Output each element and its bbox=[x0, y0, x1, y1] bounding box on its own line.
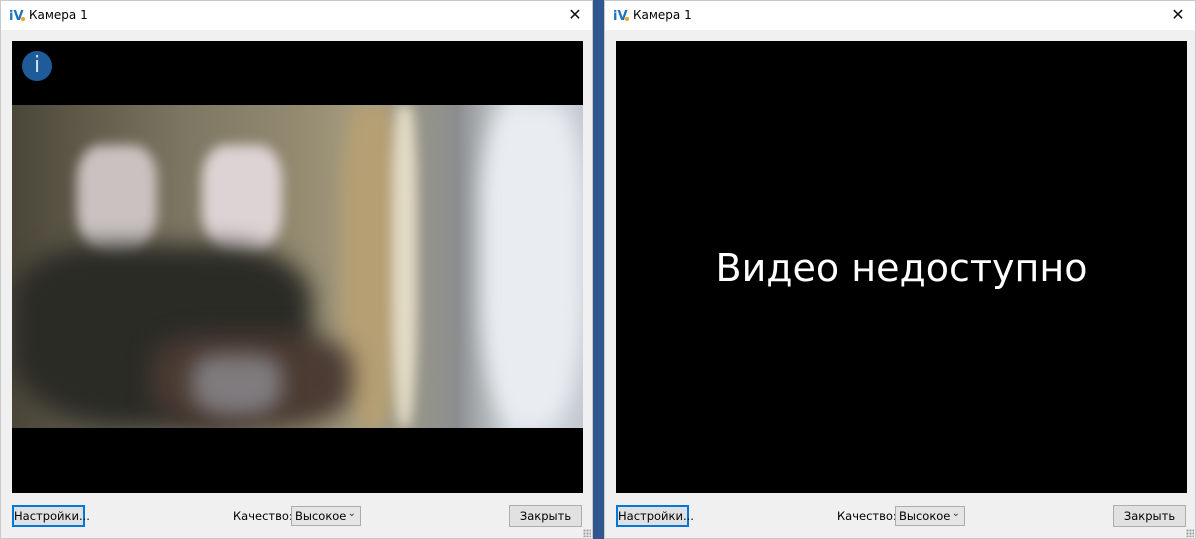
chevron-down-icon: ⌄ bbox=[347, 508, 356, 519]
no-video-message: Видео недоступно bbox=[715, 246, 1088, 290]
svg-text:iV: iV bbox=[9, 9, 24, 23]
close-icon[interactable]: ✕ bbox=[1165, 3, 1191, 27]
quality-value: Высокое bbox=[295, 509, 347, 523]
window-title: Камера 1 bbox=[29, 8, 88, 22]
quality-value: Высокое bbox=[899, 509, 951, 523]
window-title: Камера 1 bbox=[633, 8, 692, 22]
quality-select[interactable]: Высокое ⌄ bbox=[895, 506, 965, 526]
close-button[interactable]: Закрыть bbox=[509, 505, 582, 527]
video-view[interactable]: i bbox=[12, 41, 583, 493]
iv-app-icon: iV bbox=[613, 9, 629, 23]
quality-label: Качество: bbox=[837, 509, 897, 523]
camera-window-1: iV Камера 1 ✕ i Настройки... Качество: В… bbox=[0, 0, 593, 539]
resize-grip[interactable] bbox=[1186, 529, 1194, 537]
quality-label: Качество: bbox=[233, 509, 293, 523]
camera-window-2: iV Камера 1 ✕ Видео недоступно Настройки… bbox=[604, 0, 1196, 539]
settings-button[interactable]: Настройки... bbox=[616, 505, 694, 527]
info-icon[interactable]: i bbox=[22, 51, 52, 81]
quality-select[interactable]: Высокое ⌄ bbox=[291, 506, 361, 526]
svg-text:iV: iV bbox=[613, 9, 628, 23]
titlebar[interactable]: iV Камера 1 ✕ bbox=[1, 1, 592, 30]
video-view[interactable]: Видео недоступно bbox=[616, 41, 1187, 493]
settings-button[interactable]: Настройки... bbox=[12, 505, 90, 527]
resize-grip[interactable] bbox=[583, 529, 591, 537]
titlebar[interactable]: iV Камера 1 ✕ bbox=[605, 1, 1195, 30]
camera-image bbox=[12, 105, 583, 428]
close-button[interactable]: Закрыть bbox=[1113, 505, 1186, 527]
chevron-down-icon: ⌄ bbox=[951, 508, 960, 519]
iv-app-icon: iV bbox=[9, 9, 25, 23]
close-icon[interactable]: ✕ bbox=[562, 3, 588, 27]
desktop: iV Камера 1 ✕ i Настройки... Качество: В… bbox=[0, 0, 1196, 539]
